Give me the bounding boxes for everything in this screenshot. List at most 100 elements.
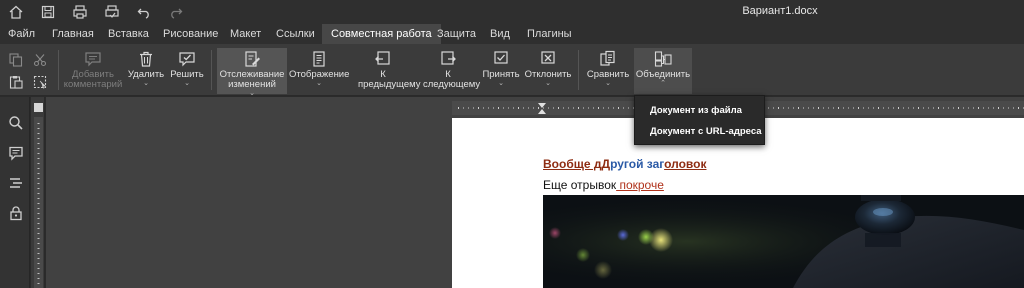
ruler-tick bbox=[833, 107, 834, 109]
accept-change-button[interactable]: Принять ⌄ bbox=[481, 48, 521, 94]
document-title: Вариант1.docx bbox=[742, 5, 818, 17]
ruler-tick bbox=[543, 107, 544, 109]
resolve-icon bbox=[178, 50, 196, 68]
ruler-tick bbox=[598, 107, 599, 109]
ruler-tick bbox=[938, 107, 939, 109]
ruler-tick bbox=[1008, 107, 1009, 109]
save-icon[interactable] bbox=[40, 4, 56, 20]
home-icon[interactable] bbox=[8, 4, 24, 20]
combine-dropdown-menu: Документ из файла Документ с URL-адреса bbox=[634, 95, 765, 145]
ruler-tick bbox=[37, 248, 40, 249]
combine-label: Объединить bbox=[635, 69, 691, 80]
ribbon-separator bbox=[578, 50, 579, 90]
ruler-tick bbox=[37, 263, 40, 264]
ruler-tick bbox=[823, 107, 824, 109]
tab-collaboration[interactable]: Совместная работа bbox=[322, 24, 441, 44]
lock-icon[interactable] bbox=[8, 205, 24, 221]
resolve-comment-button[interactable]: Решить ⌄ bbox=[167, 48, 207, 94]
ruler-tick bbox=[37, 143, 40, 144]
vertical-ruler-ticks bbox=[37, 123, 40, 284]
trash-icon bbox=[137, 50, 155, 68]
compare-button[interactable]: Сравнить ⌄ bbox=[584, 48, 632, 94]
combine-icon bbox=[654, 50, 672, 68]
ruler-tick bbox=[958, 107, 959, 109]
add-comment-button[interactable]: Добавить комментарий bbox=[62, 48, 124, 94]
ruler-tick bbox=[773, 107, 774, 109]
ruler-tick bbox=[883, 107, 884, 109]
chevron-down-icon: ⌄ bbox=[545, 80, 551, 87]
ruler-tick bbox=[963, 107, 964, 109]
next-icon bbox=[439, 50, 457, 68]
comment-icon bbox=[84, 50, 102, 68]
tab-references[interactable]: Ссылки bbox=[276, 24, 315, 44]
paste-icon[interactable] bbox=[9, 75, 25, 89]
tab-layout[interactable]: Макет bbox=[230, 24, 261, 44]
ruler-tick bbox=[37, 213, 40, 214]
ruler-tick bbox=[37, 183, 40, 184]
tab-protection[interactable]: Защита bbox=[437, 24, 476, 44]
select-all-icon[interactable] bbox=[33, 75, 49, 89]
ruler-tick bbox=[468, 107, 469, 109]
ruler-tick bbox=[608, 107, 609, 109]
ruler-tick bbox=[478, 107, 479, 109]
ruler-tick bbox=[498, 107, 499, 109]
ruler-tick bbox=[898, 107, 899, 109]
reject-change-button[interactable]: Отклонить ⌄ bbox=[523, 48, 573, 94]
tab-home[interactable]: Главная bbox=[52, 24, 94, 44]
ruler-tick bbox=[563, 107, 564, 109]
ruler-tick bbox=[848, 107, 849, 109]
document-heading[interactable]: Вообще дДругой заголовок bbox=[543, 157, 707, 171]
ruler-tick bbox=[918, 107, 919, 109]
tab-plugins[interactable]: Плагины bbox=[527, 24, 572, 44]
ruler-tick bbox=[868, 107, 869, 109]
display-mode-button[interactable]: Отображение ⌄ bbox=[289, 48, 349, 94]
ruler-tick bbox=[493, 107, 494, 109]
ruler-tick bbox=[37, 173, 40, 174]
paragraph-text: Еще отрывок bbox=[543, 178, 617, 192]
indent-marker[interactable] bbox=[538, 103, 546, 114]
ruler-tick bbox=[37, 273, 40, 274]
navigation-icon[interactable] bbox=[8, 175, 24, 191]
ruler-tick bbox=[1013, 107, 1014, 109]
ruler-tick bbox=[843, 107, 844, 109]
track-changes-button[interactable]: Отслеживание изменений ⌄ bbox=[217, 48, 287, 97]
document-paragraph[interactable]: Еще отрывок покроче bbox=[543, 178, 664, 192]
ruler-tick bbox=[37, 203, 40, 204]
redo-icon[interactable] bbox=[168, 4, 184, 20]
ruler-tick bbox=[583, 107, 584, 109]
ruler-tick bbox=[538, 107, 539, 109]
comments-icon[interactable] bbox=[8, 145, 24, 161]
chevron-down-icon: ⌄ bbox=[316, 80, 322, 87]
print-icon[interactable] bbox=[72, 4, 88, 20]
combine-button[interactable]: Объединить ⌃ bbox=[634, 48, 692, 94]
ruler-tick bbox=[793, 107, 794, 109]
search-icon[interactable] bbox=[8, 115, 24, 131]
quick-print-icon[interactable] bbox=[104, 4, 120, 20]
ruler-tick bbox=[928, 107, 929, 109]
ruler-tick bbox=[553, 107, 554, 109]
menu-item-document-from-url[interactable]: Документ с URL-адреса bbox=[650, 126, 762, 137]
next-change-button[interactable]: К следующему bbox=[417, 48, 480, 94]
tab-draw[interactable]: Рисование bbox=[163, 24, 218, 44]
tab-insert[interactable]: Вставка bbox=[108, 24, 149, 44]
previous-change-button[interactable]: К предыдущему bbox=[351, 48, 421, 94]
ruler-tick bbox=[603, 107, 604, 109]
ruler-tick bbox=[503, 107, 504, 109]
delete-comment-button[interactable]: Удалить ⌄ bbox=[126, 48, 166, 94]
ruler-tick bbox=[37, 188, 40, 189]
ruler-tick bbox=[948, 107, 949, 109]
ruler-tick bbox=[37, 243, 40, 244]
ruler-tick bbox=[893, 107, 894, 109]
ruler-tick bbox=[37, 168, 40, 169]
undo-icon[interactable] bbox=[136, 4, 152, 20]
ruler-tick bbox=[488, 107, 489, 109]
ruler-tick bbox=[588, 107, 589, 109]
ruler-tick bbox=[968, 107, 969, 109]
cut-icon[interactable] bbox=[33, 53, 49, 67]
ruler-tick bbox=[838, 107, 839, 109]
tab-view[interactable]: Вид bbox=[490, 24, 510, 44]
document-image[interactable] bbox=[543, 195, 1024, 288]
copy-icon[interactable] bbox=[9, 53, 25, 67]
tab-file[interactable]: Файл bbox=[8, 24, 35, 44]
menu-item-document-from-file[interactable]: Документ из файла bbox=[650, 105, 742, 116]
